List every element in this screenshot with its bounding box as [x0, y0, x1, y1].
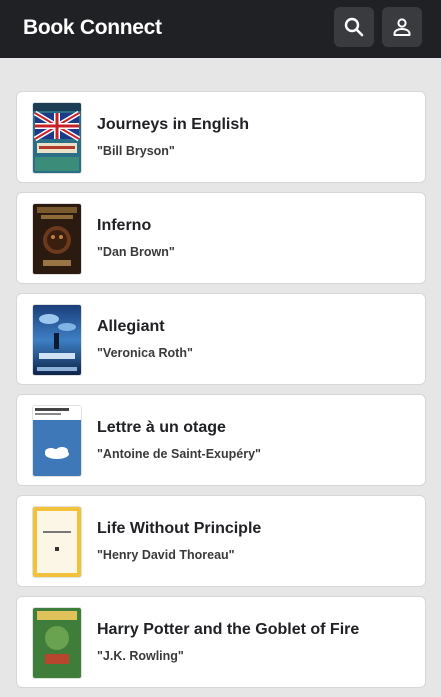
book-cover — [33, 204, 81, 274]
book-title: Life Without Principle — [97, 520, 262, 537]
book-title: Lettre à un otage — [97, 419, 226, 436]
book-card[interactable]: Lettre à un otage "Antoine de Saint-Exup… — [16, 394, 426, 486]
app-header: Book Connect — [0, 0, 441, 58]
profile-button[interactable] — [382, 7, 422, 47]
user-icon — [393, 18, 411, 36]
book-title: Harry Potter and the Goblet of Fire — [97, 621, 360, 638]
search-icon — [344, 17, 364, 37]
book-author: "Bill Bryson" — [97, 144, 175, 158]
book-title: Allegiant — [97, 318, 165, 335]
book-cover — [33, 507, 81, 577]
cloud-cover-icon — [33, 406, 81, 476]
union-jack-cover-icon — [33, 103, 81, 173]
book-author: "Antoine de Saint-Exupéry" — [97, 447, 261, 461]
app-title: Book Connect — [23, 16, 162, 39]
book-cover — [33, 305, 81, 375]
blue-sky-cover-icon — [33, 305, 81, 375]
book-list: Journeys in English "Bill Bryson" Infern… — [16, 91, 426, 697]
yellow-cover-icon — [33, 507, 81, 577]
book-title: Journeys in English — [97, 116, 250, 133]
book-card[interactable]: Inferno "Dan Brown" — [16, 192, 426, 284]
book-title: Inferno — [97, 217, 152, 234]
book-author: "Veronica Roth" — [97, 346, 193, 360]
search-button[interactable] — [334, 7, 374, 47]
book-card[interactable]: Life Without Principle "Henry David Thor… — [16, 495, 426, 587]
book-cover — [33, 608, 81, 678]
green-cover-icon — [33, 608, 81, 678]
book-card[interactable]: Harry Potter and the Goblet of Fire "J.K… — [16, 596, 426, 688]
book-cover — [33, 406, 81, 476]
book-card[interactable]: Allegiant "Veronica Roth" — [16, 293, 426, 385]
book-cover — [33, 103, 81, 173]
dark-face-cover-icon — [33, 204, 81, 274]
book-author: "Henry David Thoreau" — [97, 548, 235, 562]
book-author: "J.K. Rowling" — [97, 649, 184, 663]
book-author: "Dan Brown" — [97, 245, 175, 259]
book-card[interactable]: Journeys in English "Bill Bryson" — [16, 91, 426, 183]
